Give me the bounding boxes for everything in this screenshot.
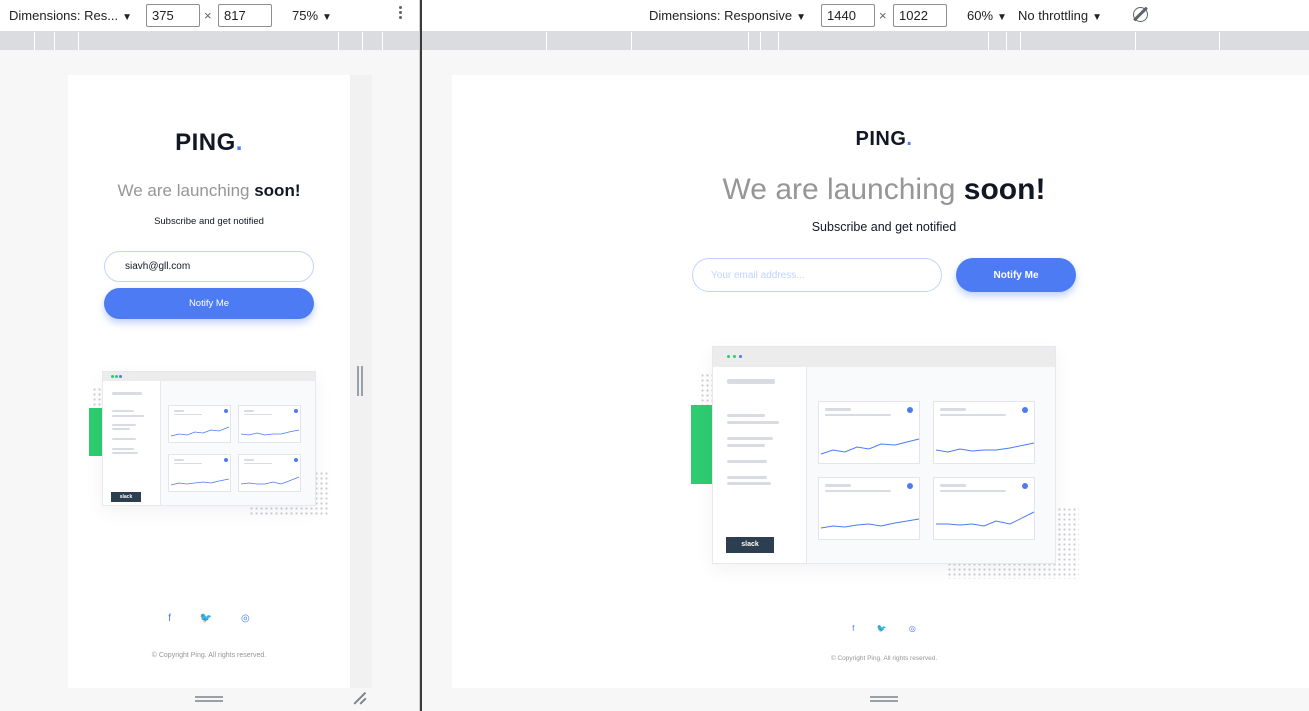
device-toolbar-left: Dimensions: Res...▼ × 75%▼ — [0, 0, 419, 32]
resize-handle-bottom[interactable] — [870, 696, 898, 702]
twitter-icon[interactable]: 🐦 — [200, 613, 212, 624]
caret-down-icon: ▼ — [322, 12, 332, 23]
dashboard-illustration: slack — [102, 371, 316, 506]
dashboard-titlebar — [713, 347, 1055, 367]
ping-logo: PING. — [855, 128, 913, 150]
instagram-icon[interactable]: ◎ — [241, 613, 250, 624]
rotate-icon[interactable] — [1133, 7, 1148, 22]
zoom-dropdown-left[interactable]: 75% ▼ — [292, 8, 332, 23]
window-dot — [733, 355, 736, 358]
window-dot — [739, 355, 742, 358]
facebook-icon[interactable]: f — [168, 613, 171, 624]
more-vert-icon[interactable] — [399, 6, 403, 21]
email-input[interactable] — [104, 251, 314, 282]
width-input[interactable] — [821, 4, 875, 27]
headline-bold: soon! — [963, 173, 1046, 206]
chart-card — [168, 454, 231, 492]
chart-card — [818, 477, 920, 540]
zoom-dropdown-right[interactable]: 60% ▼ — [967, 8, 1007, 23]
zoom-label: 75% — [292, 8, 319, 23]
ping-logo: PING. — [175, 129, 243, 156]
window-dot — [111, 375, 114, 378]
page-headline: We are launching soon! — [452, 173, 1309, 207]
resize-handle-bottom[interactable] — [195, 696, 223, 702]
throttling-label: No throttling — [1018, 8, 1089, 23]
media-query-ruler-right[interactable] — [422, 32, 1309, 50]
facebook-icon[interactable]: f — [852, 624, 854, 633]
caret-down-icon: ▼ — [122, 12, 132, 23]
subscribe-text: Subscribe and get notified — [154, 216, 264, 227]
resize-corner-handle[interactable] — [352, 690, 366, 704]
slack-badge: slack — [726, 537, 774, 553]
social-links: f 🐦 ◎ — [452, 624, 1309, 633]
window-dot — [119, 375, 122, 378]
throttling-dropdown[interactable]: No throttling ▼ — [1018, 8, 1102, 23]
twitter-icon[interactable]: 🐦 — [877, 624, 887, 633]
chart-card — [818, 401, 920, 464]
height-input[interactable] — [893, 4, 947, 27]
device-toolbar-right: Dimensions: Responsive▼ × 60%▼ No thrott… — [422, 0, 1309, 32]
headline-light: We are launching — [722, 173, 964, 206]
chart-card — [238, 454, 301, 492]
width-input[interactable] — [146, 4, 200, 27]
desktop-device-pane: Dimensions: Responsive▼ × 60%▼ No thrott… — [422, 0, 1309, 711]
chart-card — [238, 405, 301, 443]
mobile-device-pane: Dimensions: Res...▼ × 75%▼ PING. We are … — [0, 0, 420, 711]
caret-down-icon: ▼ — [796, 12, 806, 23]
subscribe-text: Subscribe and get notified — [811, 220, 957, 234]
times-sign: × — [204, 8, 212, 23]
media-query-ruler-left[interactable] — [0, 32, 419, 50]
copyright-text: © Copyright Ping. All rights reserved. — [830, 655, 938, 662]
headline-light: We are launching — [117, 181, 255, 200]
green-accent — [691, 405, 714, 484]
dimensions-label: Dimensions: Res... — [9, 8, 119, 23]
dimensions-dropdown-right[interactable]: Dimensions: Responsive ▼ — [649, 8, 806, 23]
caret-down-icon: ▼ — [997, 12, 1007, 23]
dashboard-illustration: slack — [712, 346, 1056, 564]
email-input[interactable] — [692, 258, 942, 292]
slack-badge: slack — [111, 492, 141, 502]
instagram-icon[interactable]: ◎ — [909, 624, 916, 633]
height-input[interactable] — [218, 4, 272, 27]
window-dot — [115, 375, 118, 378]
desktop-viewport[interactable]: PING. We are launching soon! Subscribe a… — [452, 75, 1309, 688]
window-dot — [727, 355, 730, 358]
page-headline: We are launching soon! — [68, 181, 350, 201]
mobile-viewport[interactable]: PING. We are launching soon! Subscribe a… — [68, 75, 350, 688]
dashboard-titlebar — [103, 372, 315, 381]
zoom-label: 60% — [967, 8, 994, 23]
dashboard-sidebar: slack — [103, 381, 161, 505]
notify-me-button[interactable]: Notify Me — [104, 288, 314, 319]
chart-card — [168, 405, 231, 443]
social-links: f 🐦 ◎ — [68, 613, 350, 624]
chart-card — [933, 401, 1035, 464]
dimensions-dropdown-left[interactable]: Dimensions: Res... ▼ — [9, 8, 132, 23]
notify-me-button[interactable]: Notify Me — [956, 258, 1076, 292]
caret-down-icon: ▼ — [1092, 12, 1102, 23]
resize-handle-right[interactable] — [357, 366, 363, 396]
copyright-text: © Copyright Ping. All rights reserved. — [151, 652, 267, 659]
times-sign: × — [879, 8, 887, 23]
dashboard-sidebar: slack — [713, 367, 807, 563]
dimensions-label: Dimensions: Responsive — [649, 8, 793, 23]
chart-card — [933, 477, 1035, 540]
green-accent — [89, 408, 103, 456]
headline-bold: soon! — [254, 181, 301, 200]
